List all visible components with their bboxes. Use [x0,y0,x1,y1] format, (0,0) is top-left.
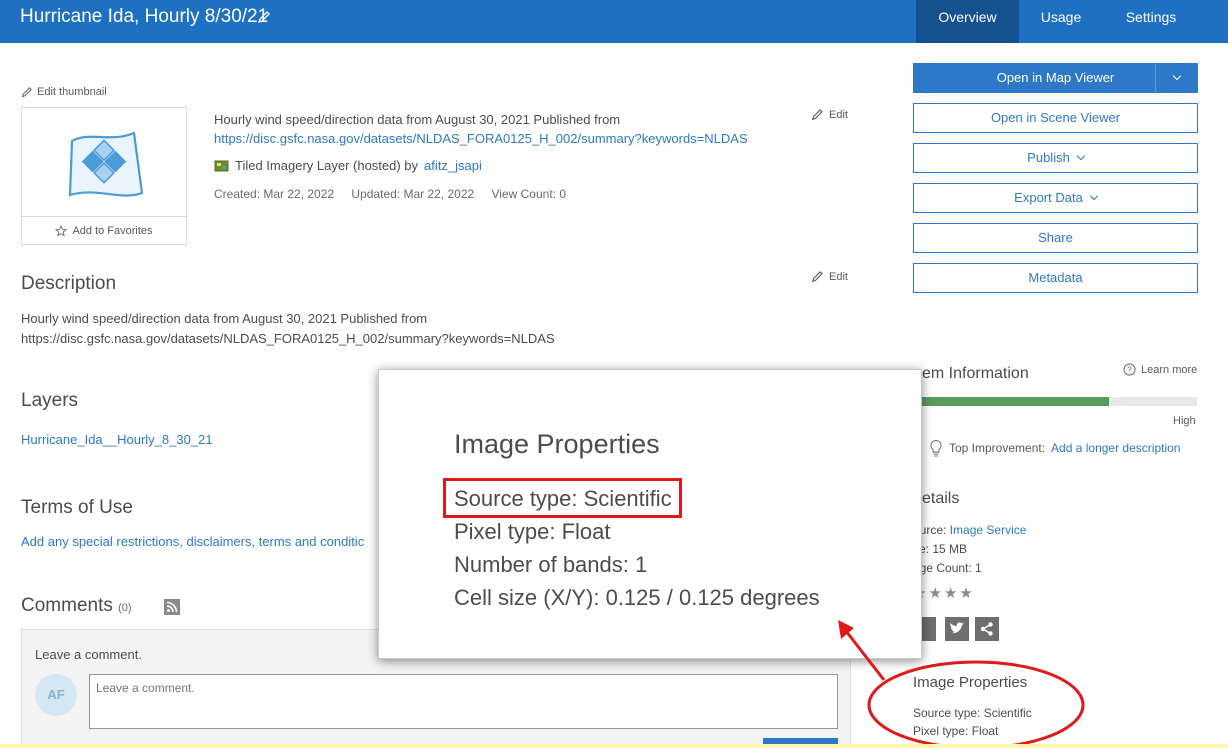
share-label: Share [1038,230,1073,245]
metadata-label: Metadata [1028,270,1083,285]
chevron-down-icon [1076,151,1086,161]
terms-link[interactable]: Add any special restrictions, disclaimer… [21,534,364,549]
owner-link[interactable]: afitz_jsapi [424,158,482,173]
description-line: Hourly wind speed/direction data from Au… [21,311,428,326]
terms-heading: Terms of Use [21,497,133,518]
layer-link[interactable]: Hurricane_Ida__Hourly_8_30_21 [21,432,213,447]
add-to-favorites-button[interactable]: Add to Favorites [22,216,186,244]
description-text: Hourly wind speed/direction data from Au… [21,309,555,349]
image-properties-pixel-type: Pixel type: Float [913,724,999,738]
learn-more-link[interactable]: ? Learn more [1123,363,1197,376]
map-viewer-dropdown-button[interactable] [1155,64,1197,92]
imagery-layer-thumbnail [68,131,144,197]
edit-label: Edit [829,270,848,283]
tab-settings[interactable]: Settings [1110,0,1192,43]
rating-stars[interactable]: ★★★★ [913,584,975,602]
description-heading: Description [21,273,117,294]
zoom-title: Image Properties [454,429,660,459]
details-image-count: age Count: 1 [913,561,982,575]
item-score-fill [913,397,1109,406]
share-icon[interactable] [975,617,999,641]
item-dates: Created: Mar 22, 2022 Updated: Mar 22, 2… [214,187,580,201]
summary-url-link[interactable]: https://disc.gsfc.nasa.gov/datasets/NLDA… [214,131,748,146]
star-outline-icon [55,224,68,237]
export-data-label: Export Data [1014,190,1083,205]
description-line: https://disc.gsfc.nasa.gov/datasets/NLDA… [21,331,555,346]
avatar: AF [35,674,77,716]
edit-description-link[interactable]: Edit [811,270,848,283]
top-improvement-link[interactable]: Add a longer description [1051,441,1180,455]
edit-thumbnail-label: Edit thumbnail [37,86,107,98]
chevron-down-icon [1089,191,1099,201]
pencil-icon [811,109,823,121]
chevron-down-icon [1172,71,1181,81]
item-score-bar [913,397,1197,406]
twitter-icon[interactable] [945,617,969,641]
svg-text:?: ? [1127,366,1132,375]
zoom-cell-size: Cell size (X/Y): 0.125 / 0.125 degrees [454,585,820,610]
tab-usage[interactable]: Usage [1025,0,1097,43]
metadata-button[interactable]: Metadata [913,263,1198,293]
source-type-highlight-box [443,478,682,518]
rss-icon[interactable] [164,599,180,615]
open-map-viewer-button[interactable]: Open in Map Viewer [913,63,1198,93]
publish-button[interactable]: Publish [913,143,1198,173]
learn-more-label: Learn more [1141,363,1198,376]
share-button[interactable]: Share [913,223,1198,253]
pencil-icon [811,271,823,283]
score-scale-high: High [1173,415,1196,427]
comment-input[interactable] [89,674,838,729]
facebook-icon[interactable] [920,617,936,641]
layers-heading: Layers [21,390,79,411]
top-improvement-row: Top Improvement: Add a longer descriptio… [929,439,1180,457]
thumbnail-card: Add to Favorites [21,107,187,245]
page-title: Hurricane Ida, Hourly 8/30/21 [20,6,269,27]
comments-count: (0) [118,602,132,614]
tab-overview[interactable]: Overview [916,0,1019,43]
export-data-button[interactable]: Export Data [913,183,1198,213]
open-scene-viewer-label: Open in Scene Viewer [990,110,1121,125]
comment-label: Leave a comment. [35,647,142,662]
view-count: View Count: 0 [491,187,567,201]
edit-thumbnail-link[interactable]: Edit thumbnail [21,86,107,98]
layer-type-label: Tiled Imagery Layer (hosted) by [235,158,419,173]
top-bar: Hurricane Ida, Hourly 8/30/21 Overview U… [0,0,1228,43]
details-source: ource: Image Service [913,523,1026,537]
top-improvement-label: Top Improvement: [949,441,1046,455]
comments-title: Comments [21,595,113,616]
zoom-pixel-type: Pixel type: Float [454,519,611,544]
lightbulb-icon [930,439,942,457]
image-properties-source-type: Source type: Scientific [913,706,1032,720]
edit-summary-link[interactable]: Edit [811,108,848,121]
layer-type-row: Tiled Imagery Layer (hosted) by afitz_js… [214,158,482,173]
created-date: Created: Mar 22, 2022 [214,187,335,201]
open-map-viewer-label: Open in Map Viewer [996,70,1115,85]
item-summary: Hourly wind speed/direction data from Au… [214,110,748,148]
question-circle-icon: ? [1123,363,1136,376]
favorites-label: Add to Favorites [72,224,153,237]
zoom-number-of-bands: Number of bands: 1 [454,552,648,577]
source-link[interactable]: Image Service [950,523,1027,537]
item-information-heading: em Information [922,365,1029,382]
imagery-layer-icon [214,160,229,171]
open-scene-viewer-button[interactable]: Open in Scene Viewer [913,103,1198,133]
details-heading: etails [922,490,960,507]
summary-text: Hourly wind speed/direction data from Au… [214,112,621,127]
edit-label: Edit [829,108,848,121]
comments-heading: Comments (0) [21,595,132,617]
publish-label: Publish [1027,150,1070,165]
bottom-highlight-strip [0,744,1228,748]
image-properties-heading: Image Properties [913,674,1028,691]
pencil-icon [21,87,32,98]
updated-date: Updated: Mar 22, 2022 [351,187,475,201]
pencil-icon[interactable] [256,9,272,25]
